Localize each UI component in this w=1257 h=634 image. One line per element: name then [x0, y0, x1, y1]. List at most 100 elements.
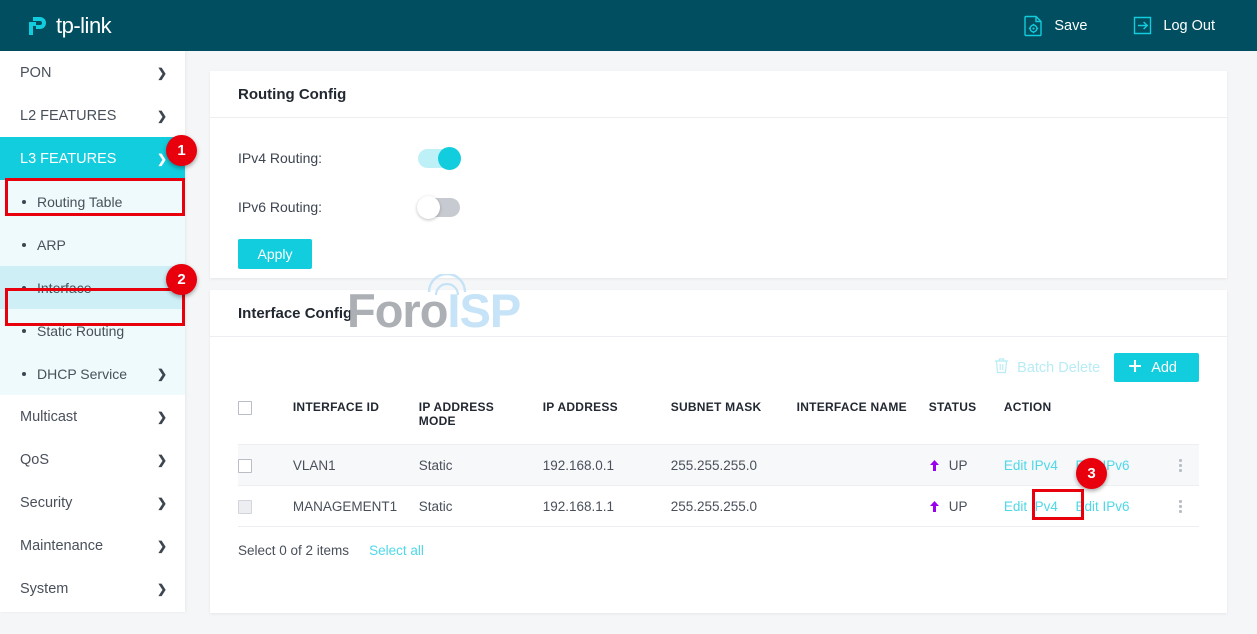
kebab-menu-icon[interactable] [1162, 499, 1199, 513]
interface-table: INTERFACE ID IP ADDRESS MODE IP ADDRESS S… [238, 394, 1199, 527]
status-label: UP [948, 498, 968, 514]
brand-logo[interactable]: tp-link [22, 11, 112, 41]
chevron-right-icon: ❯ [156, 366, 167, 381]
kebab-menu-icon[interactable] [1162, 458, 1199, 472]
cell-interface-name [796, 485, 929, 527]
annotation-badge-2: 2 [166, 264, 197, 295]
logout-button[interactable]: Log Out [1121, 8, 1225, 43]
batch-delete-button[interactable]: Batch Delete [994, 357, 1100, 378]
select-all-link[interactable]: Select all [369, 543, 424, 558]
cell-interface-name [796, 444, 929, 486]
table-row[interactable]: VLAN1 Static 192.168.0.1 255.255.255.0 U… [238, 444, 1199, 486]
ipv4-routing-row: IPv4 Routing: [238, 140, 1199, 176]
sidebar-subitem-label: Routing Table [37, 193, 123, 210]
cell-status: UP [928, 444, 1004, 486]
col-subnet-mask: SUBNET MASK [670, 394, 797, 445]
sidebar-item-pon[interactable]: PON ❯ [0, 51, 185, 94]
apply-button[interactable]: Apply [238, 239, 312, 269]
col-ip-address: IP ADDRESS [542, 394, 671, 445]
row-select-cell [238, 444, 293, 486]
save-button[interactable]: Save [1012, 8, 1097, 43]
col-status: STATUS [928, 394, 1004, 445]
ipv6-routing-row: IPv6 Routing: [238, 189, 1199, 225]
ipv4-routing-toggle[interactable] [418, 146, 461, 170]
interface-config-title: Interface Config [210, 290, 1227, 337]
sidebar-item-system[interactable]: System ❯ [0, 567, 185, 610]
edit-ipv4-link[interactable]: Edit IPv4 [1004, 499, 1058, 514]
sidebar-item-l2-features[interactable]: L2 FEATURES ❯ [0, 94, 185, 137]
sidebar-item-multicast[interactable]: Multicast ❯ [0, 395, 185, 438]
brand-name: tp-link [56, 12, 112, 38]
routing-config-card: Routing Config IPv4 Routing: IPv6 Routin… [210, 71, 1227, 278]
table-body: VLAN1 Static 192.168.0.1 255.255.255.0 U… [238, 444, 1199, 527]
row-select-cell [238, 485, 293, 527]
sidebar-item-label: L3 FEATURES [20, 150, 117, 167]
main-content: Routing Config IPv4 Routing: IPv6 Routin… [185, 51, 1257, 634]
bullet-dot-icon [22, 199, 26, 204]
sidebar-item-qos[interactable]: QoS ❯ [0, 438, 185, 481]
toggle-knob [438, 146, 461, 170]
arrow-up-icon [929, 459, 940, 472]
ipv4-routing-label: IPv4 Routing: [238, 150, 323, 166]
sidebar-item-security[interactable]: Security ❯ [0, 481, 185, 524]
annotation-badge-1: 1 [166, 135, 197, 166]
routing-config-title: Routing Config [210, 71, 1227, 118]
selection-count: Select 0 of 2 items [238, 543, 350, 558]
status-label: UP [948, 457, 968, 473]
toggle-knob [417, 195, 440, 219]
sidebar-subitem-label: DHCP Service [37, 365, 127, 382]
sidebar-subitem-static-routing[interactable]: Static Routing [0, 309, 185, 352]
sidebar-item-label: System [20, 580, 69, 597]
cell-ip-address-mode: Static [418, 444, 543, 486]
plus-icon [1128, 359, 1142, 377]
add-button[interactable]: Add [1114, 353, 1199, 382]
sidebar-subitem-label: Static Routing [37, 322, 125, 339]
chevron-right-icon: ❯ [156, 495, 167, 510]
routing-config-body: IPv4 Routing: IPv6 Routing: Apply [210, 118, 1227, 289]
chevron-right-icon: ❯ [156, 108, 167, 123]
chevron-right-icon: ❯ [156, 65, 167, 80]
bullet-dot-icon [22, 242, 26, 247]
table-head: INTERFACE ID IP ADDRESS MODE IP ADDRESS S… [238, 394, 1199, 445]
sidebar-subitem-dhcp-service[interactable]: DHCP Service ❯ [0, 352, 185, 395]
sidebar-subitem-label: ARP [37, 236, 66, 253]
sidebar-subitem-label: Interface [37, 279, 92, 296]
save-label: Save [1054, 17, 1088, 34]
sidebar-subgroup-l3: Routing Table ARP Interface Static Routi… [0, 180, 185, 395]
sidebar-item-maintenance[interactable]: Maintenance ❯ [0, 524, 185, 567]
cell-ip-address-mode: Static [418, 485, 543, 527]
table-row[interactable]: MANAGEMENT1 Static 192.168.1.1 255.255.2… [238, 485, 1199, 527]
sidebar-subitem-interface[interactable]: Interface [0, 266, 185, 309]
table-toolbar: Batch Delete Add [210, 337, 1227, 394]
table-wrapper: INTERFACE ID IP ADDRESS MODE IP ADDRESS S… [210, 394, 1227, 527]
chevron-right-icon: ❯ [156, 452, 167, 467]
chevron-right-icon: ❯ [156, 538, 167, 553]
add-label: Add [1151, 359, 1177, 376]
annotation-badge-3: 3 [1076, 458, 1107, 489]
edit-ipv6-link[interactable]: Edit IPv6 [1075, 499, 1129, 514]
sidebar: PON ❯ L2 FEATURES ❯ L3 FEATURES ❯ Routin… [0, 51, 185, 612]
batch-delete-label: Batch Delete [1017, 359, 1101, 376]
cell-ip-address: 192.168.0.1 [542, 444, 671, 486]
cell-menu [1162, 444, 1199, 486]
ipv6-routing-toggle[interactable] [417, 195, 460, 219]
cell-ip-address: 192.168.1.1 [542, 485, 671, 527]
bullet-dot-icon [22, 328, 26, 333]
select-all-header [238, 394, 293, 445]
sidebar-item-label: PON [20, 64, 52, 81]
row-checkbox[interactable] [238, 499, 252, 514]
chevron-right-icon: ❯ [156, 409, 167, 424]
logout-label: Log Out [1163, 17, 1215, 34]
sidebar-item-label: QoS [20, 451, 50, 468]
sidebar-item-label: Security [20, 494, 73, 511]
sidebar-subitem-routing-table[interactable]: Routing Table [0, 180, 185, 223]
tp-link-logo-icon [22, 11, 52, 41]
sidebar-item-l3-features[interactable]: L3 FEATURES ❯ [0, 137, 185, 180]
edit-ipv4-link[interactable]: Edit IPv4 [1004, 458, 1058, 473]
row-checkbox[interactable] [238, 458, 252, 473]
cell-interface-id: MANAGEMENT1 [292, 485, 419, 527]
col-interface-id: INTERFACE ID [292, 394, 419, 445]
sidebar-subitem-arp[interactable]: ARP [0, 223, 185, 266]
select-all-checkbox[interactable] [238, 400, 252, 415]
col-action: ACTION [1003, 394, 1163, 445]
